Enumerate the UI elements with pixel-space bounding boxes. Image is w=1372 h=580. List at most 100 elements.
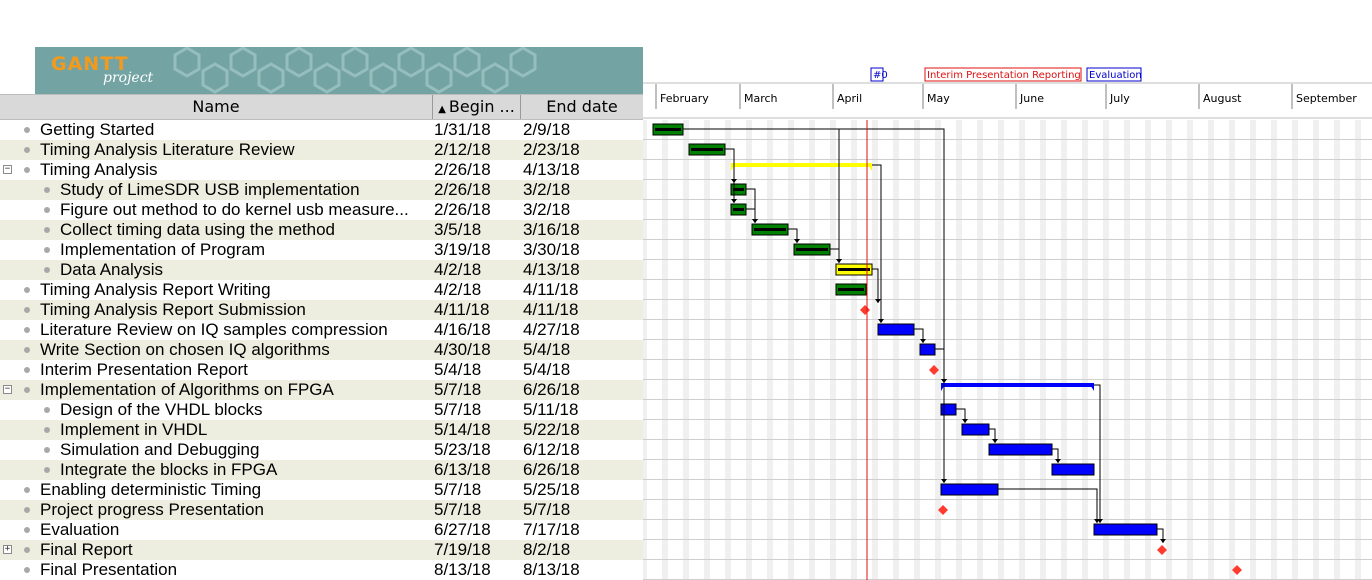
task-name[interactable]: Implementation of Program <box>60 240 265 260</box>
task-name[interactable]: Simulation and Debugging <box>60 440 259 460</box>
column-header-begin[interactable]: ▲ Begin ... <box>433 95 521 119</box>
table-row[interactable]: Final Presentation 8/13/18 8/13/18 <box>0 560 643 580</box>
task-begin-date[interactable]: 5/7/18 <box>434 380 481 400</box>
table-row[interactable]: Write Section on chosen IQ algorithms 4/3… <box>0 340 643 360</box>
table-row[interactable]: − Implementation of Algorithms on FPGA 5/7… <box>0 380 643 400</box>
task-end-date[interactable]: 5/11/18 <box>523 400 578 420</box>
table-row[interactable]: Design of the VHDL blocks 5/7/18 5/11/18 <box>0 400 643 420</box>
table-row[interactable]: Literature Review on IQ samples compress… <box>0 320 643 340</box>
task-end-date[interactable]: 3/30/18 <box>523 240 580 260</box>
task-end-date[interactable]: 6/26/18 <box>523 460 580 480</box>
task-name[interactable]: Timing Analysis Literature Review <box>40 140 294 160</box>
task-name[interactable]: Figure out method to do kernel usb measu… <box>60 200 409 220</box>
task-begin-date[interactable]: 4/2/18 <box>434 260 481 280</box>
task-end-date[interactable]: 5/7/18 <box>523 500 570 520</box>
task-begin-date[interactable]: 4/30/18 <box>434 340 491 360</box>
task-begin-date[interactable]: 5/23/18 <box>434 440 491 460</box>
task-begin-date[interactable]: 2/26/18 <box>434 180 491 200</box>
task-end-date[interactable]: 7/17/18 <box>523 520 580 540</box>
task-bar[interactable] <box>1051 463 1095 476</box>
task-begin-date[interactable]: 8/13/18 <box>434 560 491 580</box>
milestone-marker[interactable] <box>860 305 870 315</box>
task-name[interactable]: Getting Started <box>40 120 154 140</box>
task-end-date[interactable]: 6/12/18 <box>523 440 580 460</box>
table-row[interactable]: Implement in VHDL 5/14/18 5/22/18 <box>0 420 643 440</box>
task-name[interactable]: Final Report <box>40 540 133 560</box>
task-name[interactable]: Design of the VHDL blocks <box>60 400 263 420</box>
task-name[interactable]: Study of LimeSDR USB implementation <box>60 180 360 200</box>
task-begin-date[interactable]: 7/19/18 <box>434 540 491 560</box>
task-begin-date[interactable]: 4/2/18 <box>434 280 481 300</box>
task-begin-date[interactable]: 2/26/18 <box>434 200 491 220</box>
task-name[interactable]: Evaluation <box>40 520 119 540</box>
task-end-date[interactable]: 4/13/18 <box>523 160 580 180</box>
collapse-icon[interactable]: − <box>3 385 12 394</box>
task-end-date[interactable]: 3/2/18 <box>523 200 570 220</box>
table-row[interactable]: Study of LimeSDR USB implementation 2/26/… <box>0 180 643 200</box>
table-row[interactable]: Integrate the blocks in FPGA 6/13/18 6/26/… <box>0 460 643 480</box>
task-begin-date[interactable]: 1/31/18 <box>434 120 491 140</box>
table-row[interactable]: Enabling deterministic Timing 5/7/18 5/25/… <box>0 480 643 500</box>
table-row[interactable]: + Final Report 7/19/18 8/2/18 <box>0 540 643 560</box>
table-row[interactable]: Simulation and Debugging 5/23/18 6/12/18 <box>0 440 643 460</box>
task-bar[interactable] <box>1093 523 1158 536</box>
task-bar[interactable] <box>961 423 990 436</box>
task-end-date[interactable]: 2/23/18 <box>523 140 580 160</box>
task-name[interactable]: Timing Analysis <box>40 160 157 180</box>
task-end-date[interactable]: 4/11/18 <box>523 280 578 300</box>
task-name[interactable]: Timing Analysis Report Writing <box>40 280 271 300</box>
task-end-date[interactable]: 5/25/18 <box>523 480 580 500</box>
task-begin-date[interactable]: 5/7/18 <box>434 400 481 420</box>
task-begin-date[interactable]: 2/12/18 <box>434 140 491 160</box>
table-row[interactable]: Timing Analysis Literature Review 2/12/18… <box>0 140 643 160</box>
table-row[interactable]: Timing Analysis Report Writing 4/2/18 4/11… <box>0 280 643 300</box>
task-name[interactable]: Write Section on chosen IQ algorithms <box>40 340 330 360</box>
task-name[interactable]: Implementation of Algorithms on FPGA <box>40 380 334 400</box>
task-name[interactable]: Literature Review on IQ samples compress… <box>40 320 388 340</box>
task-end-date[interactable]: 3/16/18 <box>523 220 580 240</box>
task-end-date[interactable]: 8/13/18 <box>523 560 580 580</box>
table-row[interactable]: Collect timing data using the method 3/5/… <box>0 220 643 240</box>
task-begin-date[interactable]: 3/19/18 <box>434 240 491 260</box>
task-begin-date[interactable]: 6/13/18 <box>434 460 491 480</box>
task-begin-date[interactable]: 3/5/18 <box>434 220 481 240</box>
task-bar[interactable] <box>919 343 936 356</box>
task-end-date[interactable]: 5/22/18 <box>523 420 580 440</box>
column-header-name[interactable]: Name <box>0 95 433 119</box>
task-bar[interactable] <box>877 323 915 336</box>
task-end-date[interactable]: 5/4/18 <box>523 340 570 360</box>
table-row[interactable]: Project progress Presentation 5/7/18 5/7/1… <box>0 500 643 520</box>
task-begin-date[interactable]: 6/27/18 <box>434 520 491 540</box>
table-row[interactable]: Interim Presentation Report 5/4/18 5/4/18 <box>0 360 643 380</box>
task-name[interactable]: Integrate the blocks in FPGA <box>60 460 277 480</box>
task-begin-date[interactable]: 5/4/18 <box>434 360 481 380</box>
collapse-icon[interactable]: − <box>3 165 12 174</box>
task-begin-date[interactable]: 4/11/18 <box>434 300 489 320</box>
task-begin-date[interactable]: 5/7/18 <box>434 500 481 520</box>
task-begin-date[interactable]: 4/16/18 <box>434 320 491 340</box>
task-end-date[interactable]: 2/9/18 <box>523 120 570 140</box>
task-end-date[interactable]: 4/11/18 <box>523 300 578 320</box>
table-row[interactable]: Figure out method to do kernel usb measu… <box>0 200 643 220</box>
task-begin-date[interactable]: 5/7/18 <box>434 480 481 500</box>
task-end-date[interactable]: 4/27/18 <box>523 320 580 340</box>
table-row[interactable]: Evaluation 6/27/18 7/17/18 <box>0 520 643 540</box>
task-begin-date[interactable]: 5/14/18 <box>434 420 491 440</box>
summary-bar[interactable] <box>731 163 872 167</box>
task-begin-date[interactable]: 2/26/18 <box>434 160 491 180</box>
milestone-marker[interactable] <box>1157 545 1167 555</box>
task-end-date[interactable]: 3/2/18 <box>523 180 570 200</box>
table-row[interactable]: Getting Started 1/31/18 2/9/18 <box>0 120 643 140</box>
task-name[interactable]: Timing Analysis Report Submission <box>40 300 306 320</box>
task-name[interactable]: Implement in VHDL <box>60 420 207 440</box>
task-end-date[interactable]: 8/2/18 <box>523 540 570 560</box>
task-name[interactable]: Collect timing data using the method <box>60 220 335 240</box>
task-name[interactable]: Interim Presentation Report <box>40 360 248 380</box>
task-name[interactable]: Project progress Presentation <box>40 500 264 520</box>
table-row[interactable]: Data Analysis 4/2/18 4/13/18 <box>0 260 643 280</box>
task-end-date[interactable]: 6/26/18 <box>523 380 580 400</box>
table-row[interactable]: Implementation of Program 3/19/18 3/30/18 <box>0 240 643 260</box>
task-name[interactable]: Final Presentation <box>40 560 177 580</box>
summary-bar[interactable] <box>941 383 1094 387</box>
task-end-date[interactable]: 4/13/18 <box>523 260 580 280</box>
